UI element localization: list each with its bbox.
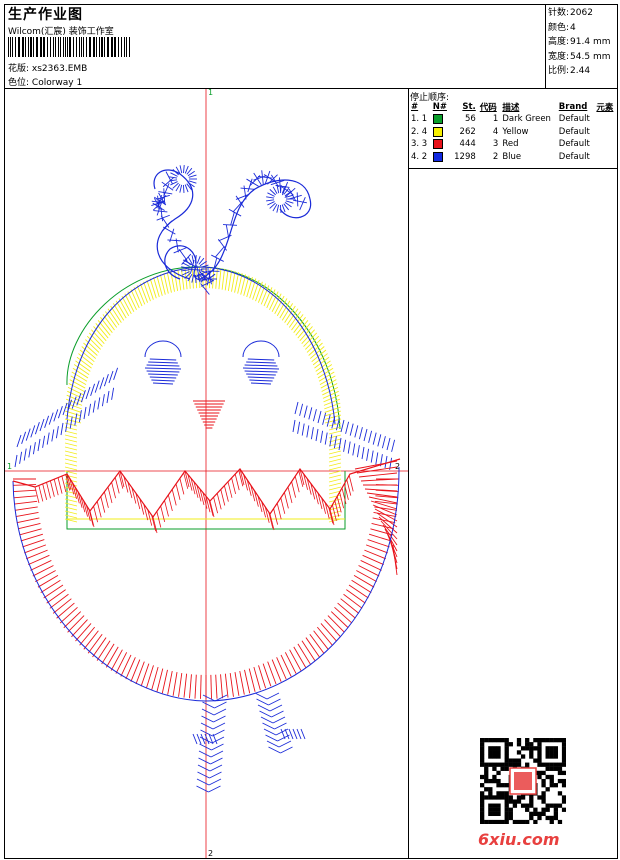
col-needle: N# — [432, 102, 447, 112]
colorway-line: 色位: Colorway 1 — [8, 75, 82, 88]
colorway-label: 色位: — [8, 78, 30, 88]
col-brand: Brand — [558, 102, 588, 112]
col-index: # — [411, 102, 419, 112]
stat-stitches: 针数:2062 — [548, 8, 593, 18]
stop-table-divider — [408, 168, 618, 169]
table-row: 4. 2 1298 2 Blue Default — [411, 151, 590, 162]
axis-label-bottom: 2 — [208, 849, 213, 858]
stop-sequence-table: # N# St. 代码 描述 Brand 元素 1. 1 56 1 Dark G… — [409, 101, 617, 163]
barcode — [8, 37, 130, 57]
table-header-row: # N# St. 代码 描述 Brand 元素 — [409, 101, 617, 113]
table-row: 3. 3 444 3 Red Default — [411, 139, 590, 150]
feet-stitches — [192, 692, 306, 793]
qr-code-icon — [480, 738, 566, 824]
header-vertical-divider — [545, 4, 546, 88]
axis-label-left: 1 — [7, 462, 12, 471]
zigzag-stitch-marks — [34, 468, 354, 534]
color-swatch — [432, 114, 443, 124]
left-eye — [144, 340, 182, 385]
yellow-body-stitches — [64, 267, 345, 523]
embroidery-preview: 1 2 1 2 — [5, 89, 408, 858]
design-file-line: 花版: xs2363.EMB — [8, 61, 87, 74]
col-description: 描述 — [502, 103, 520, 113]
stat-height: 高度:91.4 mm — [548, 37, 611, 47]
design-value: xs2363.EMB — [31, 64, 88, 74]
table-row: 1. 1 56 1 Dark Green Default — [411, 114, 590, 125]
col-element: 元素 — [596, 103, 614, 113]
right-eye — [242, 340, 280, 385]
table-row: 2. 4 262 4 Yellow Default — [411, 126, 590, 137]
side-panel-divider — [408, 88, 409, 859]
stat-colors: 颜色:4 — [548, 22, 576, 33]
page-title: 生产作业图 — [8, 7, 83, 23]
col-code: 代码 — [479, 103, 497, 113]
color-swatch — [432, 139, 443, 149]
stats-panel: 针数:2062 颜色:4 高度:91.4 mm 宽度:54.5 mm 比例:2.… — [548, 6, 610, 79]
colorway-value: Colorway 1 — [31, 78, 83, 88]
beak-stitches — [193, 400, 225, 429]
color-swatch — [432, 151, 443, 162]
company-name: Wilcom(汇宸) 装饰工作室 — [8, 27, 114, 37]
col-stitches: St. — [462, 102, 476, 112]
stat-width: 宽度:54.5 mm — [548, 51, 611, 62]
axis-label-top: 1 — [208, 89, 213, 97]
watermark-logo: 6xiu.com — [478, 830, 560, 849]
color-swatch — [432, 126, 443, 137]
design-label: 花版: — [8, 64, 30, 74]
stat-scale: 比例:2.44 — [548, 66, 591, 76]
